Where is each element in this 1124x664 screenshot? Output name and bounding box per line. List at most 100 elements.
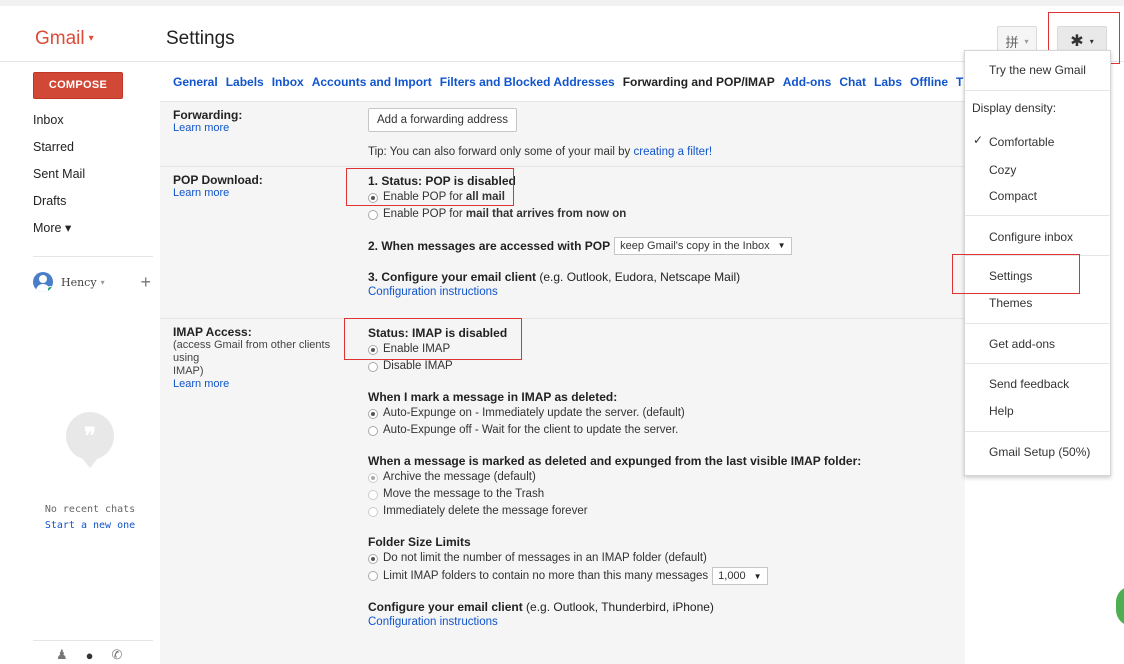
pop-enable-all-option[interactable]: Enable POP for all mail (368, 189, 958, 206)
side-panel-tab-icon[interactable] (1116, 586, 1124, 626)
tab-filters-and-blocked-addresses[interactable]: Filters and Blocked Addresses (440, 75, 615, 89)
menu-divider (965, 363, 1112, 364)
pop-configure-bold: 3. Configure your email client (368, 270, 537, 284)
menu-settings[interactable]: Settings (965, 266, 1112, 286)
radio-pop-all-mail[interactable] (368, 192, 378, 203)
tab-add-ons[interactable]: Add-ons (783, 75, 832, 89)
radio-delete-forever[interactable] (368, 506, 378, 517)
radio-move-to-trash[interactable] (368, 489, 378, 500)
pop-learn-more-link[interactable]: Learn more (173, 187, 353, 200)
user-name: Hency (61, 275, 97, 289)
menu-try-new-gmail[interactable]: Try the new Gmail (965, 60, 1112, 80)
pop-configuration-instructions-link[interactable]: Configuration instructions (368, 285, 958, 300)
menu-density-comfortable[interactable]: Comfortable (965, 132, 1112, 152)
tab-labels[interactable]: Labels (226, 75, 264, 89)
select-caret-icon: ▼ (753, 571, 762, 581)
nav-list: Inbox Starred Sent Mail Drafts More ▾ (0, 107, 160, 242)
pop-status: 1. Status: POP is disabled (368, 174, 516, 188)
menu-send-feedback[interactable]: Send feedback (965, 374, 1112, 394)
start-new-chat-link[interactable]: Start a new one (0, 518, 180, 534)
add-chat-button[interactable]: + (140, 272, 151, 293)
delete-forever-option[interactable]: Immediately delete the message forever (368, 503, 958, 520)
archive-message-text: Archive the message (default) (383, 471, 536, 483)
settings-tabs: General Labels Inbox Accounts and Import… (160, 63, 1001, 101)
menu-divider (965, 431, 1112, 432)
nav-item-inbox[interactable]: Inbox (0, 107, 160, 134)
tab-general[interactable]: General (173, 75, 218, 89)
forwarding-section: Forwarding: Learn more Add a forwarding … (160, 101, 965, 166)
no-folder-limit-option[interactable]: Do not limit the number of messages in a… (368, 550, 958, 567)
nav-item-starred[interactable]: Starred (0, 134, 160, 161)
creating-filter-link[interactable]: creating a filter! (633, 146, 712, 158)
chat-user-row[interactable]: Hency ▾ + (33, 270, 151, 294)
tab-forwarding-and-pop-imap[interactable]: Forwarding and POP/IMAP (623, 75, 775, 89)
radio-disable-imap[interactable] (368, 361, 378, 372)
gmail-logo-text: Gmail (35, 28, 85, 49)
pop-action-value: keep Gmail's copy in the Inbox (620, 240, 770, 252)
limit-folder-option[interactable]: Limit IMAP folders to contain no more th… (368, 567, 958, 585)
menu-density-compact[interactable]: Compact (965, 186, 1112, 206)
imap-disable-text: Disable IMAP (383, 360, 453, 372)
imap-configure-rest: (e.g. Outlook, Thunderbird, iPhone) (522, 600, 714, 614)
pop-download-section: POP Download: Learn more 1. Status: POP … (160, 166, 965, 318)
imap-enable-option[interactable]: Enable IMAP (368, 341, 958, 358)
hangouts-icon[interactable]: ● (86, 648, 94, 663)
pop-opt2-bold: mail that arrives from now on (465, 208, 627, 220)
pop-opt1-text: Enable POP for (383, 191, 463, 203)
archive-message-option[interactable]: Archive the message (default) (368, 469, 958, 486)
tab-chat[interactable]: Chat (839, 75, 866, 89)
settings-content: Forwarding: Learn more Add a forwarding … (160, 101, 965, 664)
imap-status: Status: IMAP is disabled (368, 326, 508, 340)
tab-labs[interactable]: Labs (874, 75, 902, 89)
menu-gmail-setup[interactable]: Gmail Setup (50%) (965, 442, 1112, 462)
pop-action-select[interactable]: keep Gmail's copy in the Inbox ▼ (614, 237, 792, 255)
compose-button[interactable]: COMPOSE (33, 72, 123, 99)
tab-inbox[interactable]: Inbox (272, 75, 304, 89)
nav-item-drafts[interactable]: Drafts (0, 188, 160, 215)
gmail-app-switcher[interactable]: Gmail ▾ (35, 28, 94, 50)
no-recent-chats-text: No recent chats (44, 504, 136, 515)
input-tools-caret-icon: ▾ (1024, 36, 1029, 46)
imap-learn-more-link[interactable]: Learn more (173, 378, 353, 391)
settings-dropdown-menu: Try the new Gmail Display density: ✓ Com… (964, 50, 1112, 476)
menu-configure-inbox[interactable]: Configure inbox (965, 227, 1112, 247)
tab-offline[interactable]: Offline (910, 75, 948, 89)
imap-disable-option[interactable]: Disable IMAP (368, 358, 958, 375)
user-caret-icon: ▾ (100, 277, 105, 287)
radio-limit-folder[interactable] (368, 571, 378, 581)
pop-when-accessed-row: 2. When messages are accessed with POP ke… (368, 237, 958, 255)
menu-divider (965, 215, 1112, 216)
auto-expunge-on-text: Auto-Expunge on - Immediately update the… (383, 407, 685, 419)
add-forwarding-address-button[interactable]: Add a forwarding address (368, 108, 518, 132)
menu-divider (965, 323, 1112, 324)
phone-icon[interactable]: ✆ (112, 647, 123, 663)
person-icon[interactable]: ♟ (56, 647, 68, 663)
nav-item-more[interactable]: More ▾ (0, 215, 160, 242)
radio-archive-message[interactable] (368, 472, 378, 483)
pop-enable-new-option[interactable]: Enable POP for mail that arrives from no… (368, 206, 958, 223)
auto-expunge-off-option[interactable]: Auto-Expunge off - Wait for the client t… (368, 422, 958, 439)
tab-accounts-and-import[interactable]: Accounts and Import (312, 75, 432, 89)
radio-auto-expunge-off[interactable] (368, 425, 378, 436)
radio-auto-expunge-on[interactable] (368, 408, 378, 419)
select-caret-icon: ▼ (777, 241, 786, 250)
menu-themes[interactable]: Themes (965, 293, 1112, 313)
menu-help[interactable]: Help (965, 401, 1112, 421)
radio-enable-imap[interactable] (368, 344, 378, 355)
imap-configuration-instructions-link[interactable]: Configuration instructions (368, 615, 958, 630)
auto-expunge-on-option[interactable]: Auto-Expunge on - Immediately update the… (368, 405, 958, 422)
radio-no-folder-limit[interactable] (368, 553, 378, 564)
menu-get-add-ons[interactable]: Get add-ons (965, 334, 1112, 354)
folder-size-limits-title: Folder Size Limits (368, 535, 471, 549)
menu-density-cozy[interactable]: Cozy (965, 160, 1112, 180)
imap-enable-text: Enable IMAP (383, 343, 451, 355)
forwarding-learn-more-link[interactable]: Learn more (173, 122, 353, 135)
imap-configure-client: Configure your email client (e.g. Outloo… (368, 599, 958, 615)
folder-limit-select[interactable]: 1,000 ▼ (712, 567, 768, 585)
forwarding-tip-text: Tip: You can also forward only some of y… (368, 146, 634, 158)
radio-pop-new-mail[interactable] (368, 209, 378, 220)
imap-access-section: IMAP Access: (access Gmail from other cl… (160, 318, 965, 664)
move-to-trash-option[interactable]: Move the message to the Trash (368, 486, 958, 503)
nav-item-sent-mail[interactable]: Sent Mail (0, 161, 160, 188)
gear-icon: ✱ (1070, 33, 1084, 50)
